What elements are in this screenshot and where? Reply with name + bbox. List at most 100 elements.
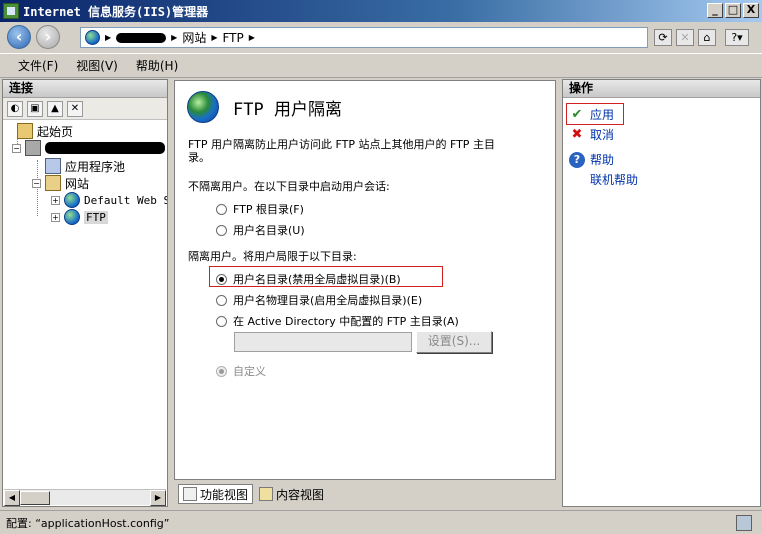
radio-custom: 自定义: [216, 363, 266, 379]
chevron-right-icon[interactable]: ▶: [211, 33, 217, 42]
description-line-2: 录。: [188, 151, 210, 164]
connections-tree: 起始页 − 应用程序池 − 网站 + Default Web S: + FTP: [3, 120, 167, 484]
help-icon[interactable]: ?▾: [725, 29, 749, 46]
maximize-button[interactable]: □: [725, 3, 741, 18]
tree-label-app-pools: 应用程序池: [65, 159, 126, 174]
menu-bar: 文件(F) 视图(V) 帮助(H): [0, 53, 762, 78]
features-view-icon: [183, 487, 197, 501]
collapse-icon[interactable]: −: [12, 143, 21, 153]
horizontal-scrollbar[interactable]: ◀ ▶: [4, 489, 166, 506]
connections-toolbar: ◐ ▣ ▲ ✕: [3, 98, 167, 120]
radio-username-dir-no-global[interactable]: 用户名目录(禁用全局虚拟目录)(B): [216, 271, 401, 287]
breadcrumb-ftp[interactable]: FTP: [222, 31, 243, 45]
back-arrow-icon[interactable]: ‹: [7, 25, 31, 49]
tree-item-start-page[interactable]: 起始页: [17, 123, 73, 139]
actions-header: 操作: [563, 80, 760, 98]
redacted-server-name: [45, 142, 165, 154]
action-label: 取消: [590, 128, 615, 142]
globe-icon: [64, 192, 80, 208]
tree-label-default-site: Default Web S:: [84, 193, 167, 207]
radio-label: 在 Active Directory 中配置的 FTP 主目录(A): [233, 315, 459, 328]
stop-icon[interactable]: ✕: [676, 29, 694, 46]
address-bar[interactable]: ▶ ▶ 网站 ▶ FTP ▶: [80, 27, 648, 48]
disconnect-icon[interactable]: ✕: [67, 100, 83, 117]
expand-icon[interactable]: +: [51, 195, 60, 205]
tree-label-start-page: 起始页: [37, 124, 74, 139]
collapse-icon[interactable]: −: [32, 178, 41, 188]
tree-label-sites: 网站: [65, 176, 90, 191]
chevron-right-icon[interactable]: ▶: [105, 33, 111, 42]
radio-button[interactable]: [216, 224, 227, 236]
tree-item-ftp[interactable]: + FTP: [51, 209, 108, 225]
close-button[interactable]: X: [743, 3, 759, 18]
expand-icon[interactable]: +: [51, 212, 60, 222]
isolation-label: 隔离用户。将用户局限于以下目录:: [188, 250, 357, 263]
action-label: 应用: [590, 108, 615, 122]
connect-icon[interactable]: ◐: [7, 100, 23, 117]
radio-active-directory[interactable]: 在 Active Directory 中配置的 FTP 主目录(A): [216, 313, 459, 329]
help-action[interactable]: ? 帮助: [569, 151, 614, 168]
radio-button[interactable]: [216, 294, 227, 306]
chevron-right-icon[interactable]: ▶: [249, 33, 255, 42]
feature-pane: FTP 用户隔离 FTP 用户隔离防止用户访问此 FTP 站点上其他用户的 FT…: [174, 80, 556, 480]
online-help-action[interactable]: 联机帮助: [590, 171, 638, 188]
settings-button: 设置(S)...: [416, 331, 492, 353]
apply-action[interactable]: ✔ 应用: [569, 106, 614, 123]
radio-username-dir[interactable]: 用户名目录(U): [216, 222, 305, 238]
redacted-server-name: [116, 32, 167, 43]
title-bar: Internet 信息服务(IIS)管理器 _ □ X: [0, 0, 762, 22]
radio-username-physical[interactable]: 用户名物理目录(启用全局虚拟目录)(E): [216, 292, 422, 308]
action-label: 帮助: [590, 153, 615, 167]
tab-features-view[interactable]: 功能视图: [178, 484, 254, 504]
action-label: 联机帮助: [590, 173, 639, 187]
radio-button[interactable]: [216, 315, 227, 327]
content-view-icon: [259, 487, 274, 501]
menu-help[interactable]: 帮助(H): [136, 57, 178, 74]
status-text: 配置: “applicationHost.config”: [6, 516, 170, 530]
tree-item-server[interactable]: −: [12, 140, 165, 156]
home-icon[interactable]: ⌂: [698, 29, 716, 46]
tab-label: 内容视图: [276, 487, 325, 502]
radio-button-checked[interactable]: [216, 273, 227, 285]
minimize-button[interactable]: _: [707, 3, 723, 18]
connections-pane: 连接 ◐ ▣ ▲ ✕ 起始页 − 应用程序池 − 网站 + Default We…: [2, 79, 168, 507]
save-icon[interactable]: ▣: [27, 100, 43, 117]
globe-icon: [64, 209, 80, 225]
start-page-icon: [17, 123, 33, 139]
forward-arrow-icon[interactable]: ›: [36, 25, 60, 49]
scrollbar-thumb[interactable]: [20, 491, 50, 505]
radio-label: 用户名物理目录(启用全局虚拟目录)(E): [233, 294, 423, 307]
description-line-1: FTP 用户隔离防止用户访问此 FTP 站点上其他用户的 FTP 主目: [188, 138, 495, 151]
radio-ftp-root[interactable]: FTP 根目录(F): [216, 201, 304, 217]
page-header: FTP 用户隔离: [187, 91, 342, 123]
globe-icon: [85, 30, 100, 45]
iis-app-icon: [3, 3, 19, 19]
connections-header: 连接: [3, 80, 167, 98]
radio-button[interactable]: [216, 203, 227, 215]
radio-label: 用户名目录(U): [233, 224, 305, 237]
scroll-right-icon[interactable]: ▶: [150, 490, 166, 506]
refresh-icon[interactable]: ⟳: [654, 29, 672, 46]
tab-content-view[interactable]: 内容视图: [255, 484, 328, 504]
no-isolation-label: 不隔离用户。在以下目录中启动用户会话:: [188, 180, 390, 193]
window-title: Internet 信息服务(IIS)管理器: [23, 4, 209, 19]
globe-icon: [187, 91, 219, 123]
tree-item-default-site[interactable]: + Default Web S:: [51, 192, 167, 208]
cancel-x-icon: ✖: [571, 126, 583, 142]
cancel-action[interactable]: ✖ 取消: [569, 126, 614, 143]
breadcrumb-sites[interactable]: 网站: [182, 29, 206, 46]
radio-label: 用户名目录(禁用全局虚拟目录)(B): [233, 273, 401, 286]
up-folder-icon[interactable]: ▲: [47, 100, 63, 117]
tree-item-sites[interactable]: − 网站: [32, 175, 89, 191]
chevron-right-icon[interactable]: ▶: [171, 33, 177, 42]
menu-view[interactable]: 视图(V): [76, 57, 118, 74]
menu-file[interactable]: 文件(F): [18, 57, 58, 74]
help-icon: ?: [569, 151, 585, 168]
address-row: ‹ › ▶ ▶ 网站 ▶ FTP ▶ ⟳ ✕ ⌂ ?▾: [0, 22, 762, 52]
page-title: FTP 用户隔离: [233, 99, 342, 120]
scroll-left-icon[interactable]: ◀: [4, 490, 20, 506]
radio-label: FTP 根目录(F): [233, 203, 304, 216]
status-bar: 配置: “applicationHost.config”: [0, 510, 762, 534]
radio-button-disabled: [216, 365, 227, 377]
tree-item-app-pools[interactable]: 应用程序池: [45, 158, 125, 174]
